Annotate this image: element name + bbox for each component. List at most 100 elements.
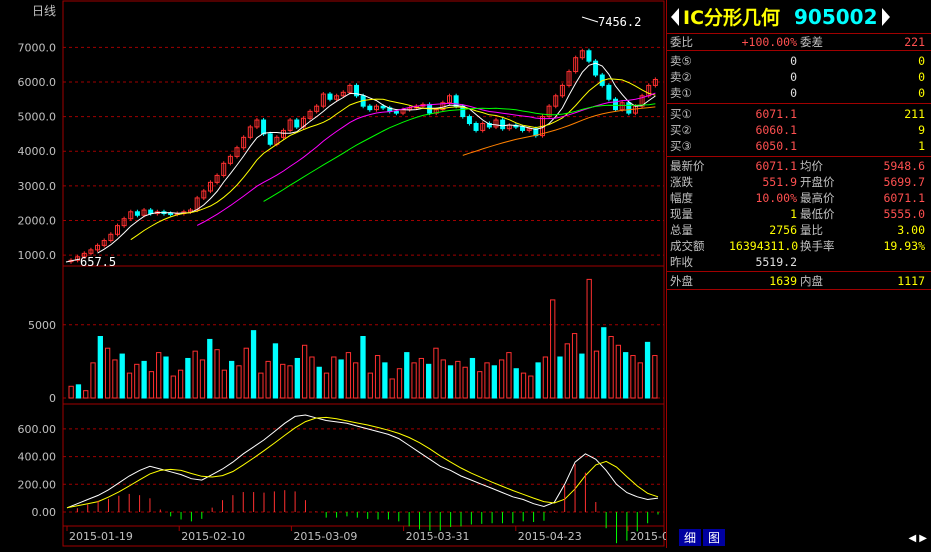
ma-line (196, 92, 656, 226)
volume-bar (367, 372, 373, 399)
volume-bar (272, 343, 279, 399)
indicator-tick-label: 600.00 (18, 423, 57, 436)
volume-bar (608, 336, 614, 399)
sell-row: 卖① 0 0 (667, 85, 931, 101)
date-label: 2015-03-31 (406, 530, 470, 543)
volume-bar (280, 363, 286, 399)
volume-tick-label: 5000 (28, 319, 56, 332)
candle (261, 119, 267, 135)
volume-bar (221, 369, 228, 399)
stat-value: 19.93% (883, 239, 925, 253)
volume-bar (177, 369, 184, 399)
ma-line (97, 62, 656, 254)
volume-bar (148, 371, 155, 399)
next-arrow-icon[interactable] (881, 7, 890, 26)
stat-label: 总量 (670, 223, 693, 237)
stat-value: 5519.2 (755, 255, 797, 269)
scroll-right-icon[interactable]: ◀ ▶ (908, 533, 927, 544)
ma-line (263, 103, 656, 202)
volume-bar (323, 372, 330, 399)
volume-bar (630, 355, 636, 399)
candle (267, 133, 273, 145)
inner-label: 内盘 (800, 273, 823, 288)
buy-row: 买③ 6050.1 1 (667, 138, 931, 154)
price-tick-label: 2000.0 (18, 214, 57, 227)
buy-label: 买① (670, 107, 692, 121)
volume-bar (112, 359, 118, 399)
volume-bar (301, 344, 308, 399)
title-bar: IC分形几何 905002 (667, 0, 931, 34)
volume-bar (498, 359, 505, 399)
stat-row: 涨跌 551.9 开盘价 5699.7 (667, 174, 931, 190)
sell-price: 0 (790, 86, 797, 100)
volume-bar (564, 343, 570, 399)
volume-bar (382, 362, 388, 399)
volume-bar (360, 336, 366, 399)
volume-bar (491, 365, 497, 399)
candle (500, 119, 506, 130)
ma-line (130, 78, 656, 241)
candle (327, 93, 333, 100)
prev-arrow-icon[interactable] (671, 7, 679, 26)
volume-bar (199, 359, 206, 399)
stats-block: 最新价 6071.1 均价 5948.6 涨跌 551.9 开盘价 5699.7… (667, 157, 931, 272)
stat-label: 均价 (800, 159, 823, 173)
indicator-tick-label: 0.00 (32, 506, 57, 519)
volume-bar (338, 359, 344, 399)
volume-bar (104, 347, 111, 399)
weibi-label: 委比 (670, 35, 693, 49)
max-price-label: 7456.2 (598, 15, 641, 29)
volume-bar (374, 355, 381, 399)
volume-bar (404, 352, 410, 399)
volume-bar (484, 362, 490, 399)
candle (466, 116, 472, 124)
volume-bar (469, 357, 476, 399)
max-price-pointer (581, 16, 599, 23)
stat-label: 最低价 (800, 207, 835, 221)
stat-value: 5555.0 (883, 207, 925, 221)
volume-bar (126, 372, 133, 399)
outer-inner-row: 外盘 1639 内盘 1117 (667, 272, 931, 290)
candle (367, 105, 373, 111)
buy-vol: 9 (918, 123, 925, 137)
volume-bar (192, 350, 198, 399)
buy-label: 买③ (670, 139, 692, 153)
price-tick-label: 3000.0 (18, 180, 57, 193)
volume-bar (601, 327, 607, 399)
volume-bar (236, 365, 242, 399)
candle (380, 105, 386, 109)
price-tick-label: 1000.0 (18, 249, 57, 262)
buy-label: 买② (670, 123, 692, 137)
candle (626, 102, 632, 114)
kline-chart-area[interactable]: 日线 7000.0 6000.0 5000.0 4000.0 3000.0 2000.0 10… (0, 0, 694, 548)
sell-vol: 0 (918, 86, 925, 100)
volume-bar (170, 375, 176, 399)
stat-value: 10.00% (755, 191, 797, 205)
stat-row: 最新价 6071.1 均价 5948.6 (667, 158, 931, 174)
price-tick-label: 5000.0 (18, 111, 57, 124)
volume-bar (75, 384, 82, 399)
volume-bar (389, 378, 395, 399)
volume-bar (586, 278, 592, 399)
volume-bar (97, 336, 103, 399)
volume-bar (229, 360, 235, 399)
candle (586, 50, 592, 62)
volume-bar (637, 362, 643, 399)
stat-label: 量比 (800, 223, 823, 237)
volume-bar (644, 341, 651, 399)
tab-detail[interactable]: 细 (679, 529, 702, 546)
volume-bar (250, 330, 257, 399)
stat-value: 551.9 (762, 175, 797, 189)
volume-bar (557, 356, 563, 399)
sell-price: 0 (790, 54, 797, 68)
volume-bar (477, 371, 483, 399)
instrument-name: IC分形几何 (683, 7, 781, 29)
date-label: 2015-05-22 (630, 530, 666, 543)
tab-chart[interactable]: 图 (703, 529, 726, 546)
bottom-tabs: 细 图 (679, 529, 726, 546)
stat-value: 5948.6 (883, 159, 925, 173)
stat-label: 涨跌 (670, 175, 693, 189)
outer-value: 1639 (769, 273, 797, 288)
candle (453, 95, 459, 107)
period-label: 日线 (32, 4, 56, 18)
